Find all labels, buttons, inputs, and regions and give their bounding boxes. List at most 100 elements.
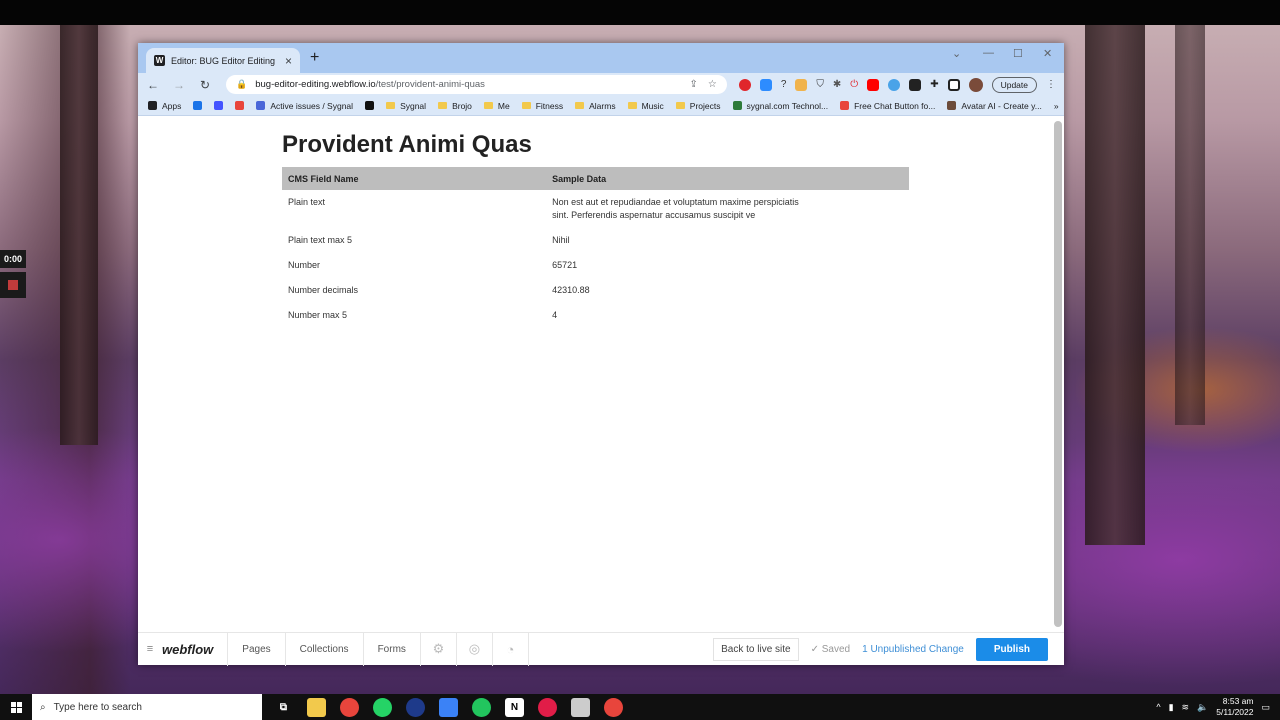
maximize-icon[interactable]: ☐ — [1013, 47, 1023, 60]
bookmark-label: Fitness — [535, 100, 564, 111]
windows-taskbar: ⌕ Type here to search ⧉ N ^ ▮ ≋ 🔈 8:53 a… — [0, 694, 1280, 720]
close-window-icon[interactable]: ✕ — [1043, 47, 1052, 60]
youtube-extension-icon[interactable] — [867, 78, 880, 91]
bookmark-item[interactable] — [235, 101, 245, 110]
chat-icon — [840, 101, 850, 110]
green-app-icon[interactable] — [472, 697, 491, 717]
system-tray: ^ ▮ ≋ 🔈 8:53 am 5/11/2022 ▭ — [1156, 696, 1280, 718]
chrome-icon[interactable] — [340, 697, 359, 717]
bookmark-label: Free Chat Button fo... — [854, 100, 936, 111]
forward-icon[interactable]: → — [172, 78, 186, 92]
zoom-extension-icon[interactable] — [759, 78, 772, 91]
settings-gear-icon[interactable]: ⚙ — [421, 632, 457, 666]
more-bookmarks-icon[interactable]: » — [1054, 101, 1059, 111]
webflow-icon — [214, 101, 224, 110]
sample-data-cell[interactable]: Nihil — [546, 228, 810, 253]
back-icon[interactable]: ← — [146, 78, 160, 92]
file-explorer-icon[interactable] — [307, 697, 326, 717]
help-icon[interactable]: ◎ — [457, 632, 493, 666]
nav-pages[interactable]: Pages — [228, 632, 286, 666]
puzzle-extensions-icon[interactable]: ✚ — [930, 79, 938, 90]
back-to-live-site-button[interactable]: Back to live site — [713, 637, 799, 661]
globe-icon — [256, 101, 266, 110]
bookmark-item[interactable]: sygnal.com Technol... — [732, 101, 828, 111]
audit-icon[interactable]: ◔ — [493, 632, 529, 666]
bookmark-item[interactable]: Me — [483, 101, 510, 111]
vscode-icon[interactable] — [439, 697, 458, 717]
shield-extension-icon[interactable]: ⛉ — [816, 79, 824, 90]
share-icon[interactable]: ⇪ — [689, 79, 697, 90]
update-button[interactable]: Update — [991, 76, 1037, 93]
bookmark-item[interactable]: Fitness — [521, 100, 564, 111]
table-header-row: CMS Field Name Sample Data — [282, 167, 909, 190]
sample-data-cell[interactable]: 65721 — [546, 253, 810, 278]
volume-icon[interactable]: 🔈 — [1197, 702, 1208, 713]
more-menu-icon[interactable]: ⋮ — [1046, 79, 1056, 90]
new-tab-icon[interactable]: + — [310, 49, 319, 67]
bookmark-item[interactable]: Music — [627, 101, 664, 111]
wifi-icon[interactable]: ≋ — [1182, 702, 1190, 713]
bookmark-item[interactable]: Projects — [675, 101, 721, 111]
reload-icon[interactable]: ↻ — [198, 78, 212, 92]
whatsapp-icon[interactable] — [373, 697, 392, 717]
search-icon: ⌕ — [40, 701, 46, 713]
tab-close-icon[interactable]: × — [285, 54, 292, 68]
profile-avatar[interactable] — [968, 77, 983, 92]
battery-icon[interactable]: ▮ — [1169, 702, 1174, 713]
address-bar[interactable]: 🔒 bug-editor-editing.webflow.io/test/pro… — [226, 75, 727, 94]
sun-extension-icon[interactable]: ✱ — [833, 79, 841, 90]
vpn-icon[interactable] — [406, 697, 425, 717]
sample-data-cell[interactable]: 4 — [546, 303, 810, 328]
side-panel-icon[interactable] — [947, 78, 960, 91]
mail-icon[interactable] — [571, 697, 590, 717]
table-row: Number decimals 42310.88 — [282, 278, 909, 303]
download-extension-icon[interactable] — [795, 78, 808, 91]
unpublished-changes-link[interactable]: 1 Unpublished Change — [862, 644, 964, 655]
minimize-icon[interactable]: — — [983, 47, 994, 59]
tray-expand-icon[interactable]: ^ — [1156, 702, 1160, 712]
task-view-icon[interactable]: ⧉ — [274, 698, 293, 717]
sample-data-cell[interactable]: 42310.88 — [546, 278, 810, 303]
help-extension-icon[interactable]: ? — [781, 79, 787, 90]
p-icon — [365, 101, 375, 110]
nav-collections[interactable]: Collections — [286, 632, 364, 666]
taskbar-clock[interactable]: 8:53 am 5/11/2022 — [1216, 696, 1253, 718]
bookmark-item[interactable]: Active issues / Sygnal — [256, 101, 353, 111]
bookmarks-bar: Apps Active issues / Sygnal Sygnal Brojo Me F… — [138, 96, 1064, 116]
blue-extension-icon[interactable] — [888, 78, 901, 91]
notion-icon[interactable]: N — [505, 697, 524, 717]
notifications-icon[interactable]: ▭ — [1261, 702, 1270, 713]
bookmark-item[interactable] — [365, 101, 375, 110]
opera-extension-icon[interactable] — [738, 78, 751, 91]
chrome-profile-icon[interactable] — [538, 697, 557, 717]
bookmark-item[interactable]: Alarms — [575, 101, 616, 111]
page-scrollbar[interactable] — [1054, 121, 1062, 627]
nav-forms[interactable]: Forms — [364, 632, 421, 666]
hamburger-menu-icon[interactable]: ≡ — [138, 643, 162, 655]
folder-icon — [483, 102, 493, 109]
sample-data-cell[interactable]: Non est aut et repudiandae et voluptatum… — [546, 190, 810, 228]
bookmark-item[interactable]: Free Chat Button fo... — [840, 101, 935, 111]
power-extension-icon[interactable]: ⏻ — [850, 79, 858, 90]
browser-tab[interactable]: W Editor: BUG Editor Editing × — [146, 48, 300, 73]
webflow-favicon-icon: W — [154, 55, 165, 66]
tab-search-icon[interactable]: ⌄ — [952, 47, 961, 60]
bookmark-star-icon[interactable]: ☆ — [708, 79, 717, 90]
bookmark-item[interactable] — [193, 101, 203, 110]
calendar-extension-icon[interactable] — [909, 78, 922, 91]
publish-button[interactable]: Publish — [975, 637, 1048, 661]
taskbar-search[interactable]: ⌕ Type here to search — [32, 694, 262, 720]
bookmark-item[interactable]: Avatar AI - Create y... — [947, 101, 1042, 111]
avatar-ai-icon — [947, 101, 957, 110]
recording-stop-button[interactable] — [0, 272, 26, 298]
field-name-cell: Plain text — [288, 197, 326, 207]
bookmark-item[interactable]: Brojo — [438, 101, 472, 111]
bookmark-item[interactable]: Sygnal — [386, 101, 426, 111]
bookmark-item[interactable] — [214, 101, 224, 110]
table-row: Number max 5 4 — [282, 303, 909, 328]
chrome-active-icon[interactable] — [604, 697, 623, 717]
bookmark-item[interactable]: Apps — [148, 101, 181, 111]
bookmark-label: Sygnal — [400, 100, 427, 111]
wallpaper-tree-trunk — [60, 25, 98, 445]
start-button[interactable] — [0, 694, 32, 720]
